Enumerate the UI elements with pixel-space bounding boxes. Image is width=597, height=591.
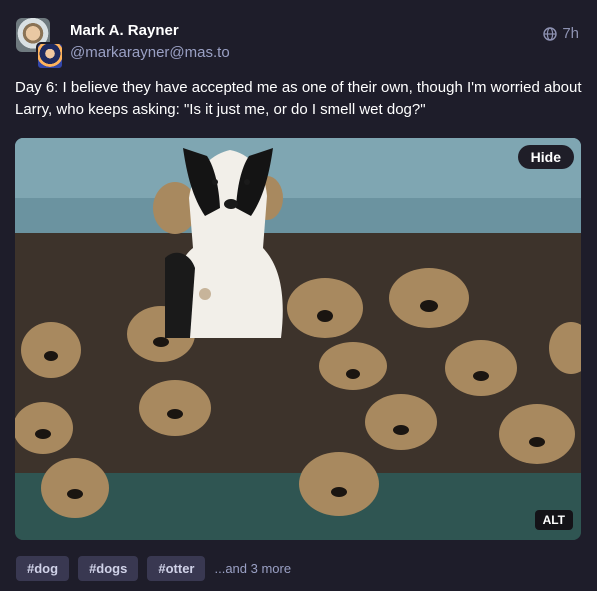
hashtag-bar: #dog #dogs #otter ...and 3 more <box>16 556 291 581</box>
dog-among-otters-photo <box>15 138 581 540</box>
display-name[interactable]: Mark A. Rayner <box>70 22 179 39</box>
hide-media-button[interactable]: Hide <box>517 145 574 169</box>
status-post: Mark A. Rayner @markarayner@mas.to 7h Da… <box>0 0 597 591</box>
hashtag-dogs[interactable]: #dogs <box>78 556 139 581</box>
relative-time: 7h <box>562 25 579 42</box>
account-handle[interactable]: @markarayner@mas.to <box>70 44 230 61</box>
media-image[interactable]: Hide ALT <box>15 138 581 540</box>
avatar-group[interactable] <box>16 18 64 70</box>
post-timestamp[interactable]: 7h <box>543 25 579 42</box>
alt-text-badge[interactable]: ALT <box>534 510 573 530</box>
post-content: Day 6: I believe they have accepted me a… <box>15 79 582 118</box>
more-hashtags-link[interactable]: ...and 3 more <box>214 561 291 576</box>
hashtag-otter[interactable]: #otter <box>147 556 206 581</box>
globe-icon <box>543 26 558 41</box>
hashtag-dog[interactable]: #dog <box>16 556 70 581</box>
secondary-avatar[interactable] <box>36 42 64 70</box>
